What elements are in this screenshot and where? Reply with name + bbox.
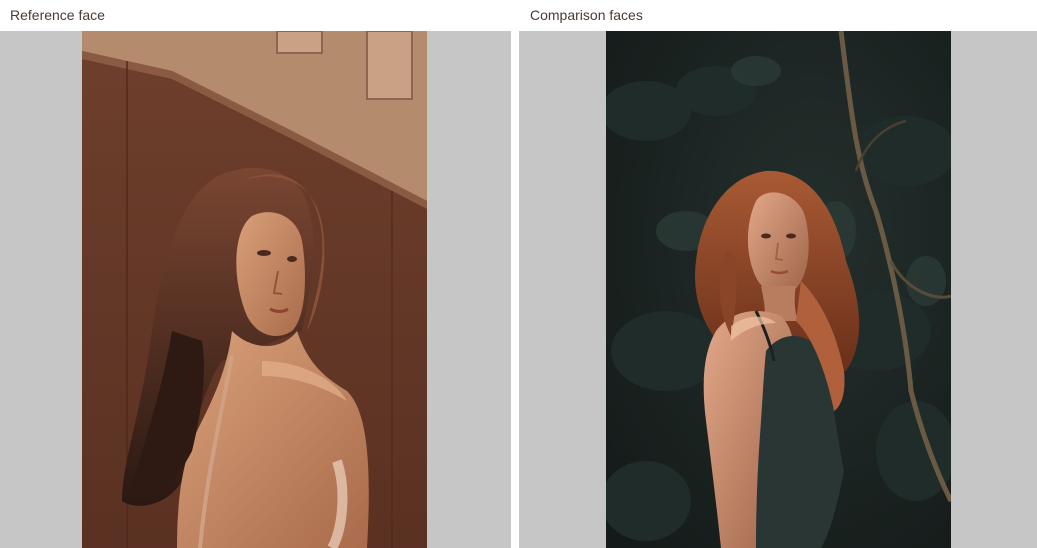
reference-photo[interactable] bbox=[82, 31, 427, 548]
comparison-panel-header: Comparison faces bbox=[519, 0, 1037, 31]
panel-divider bbox=[511, 31, 519, 548]
comparison-image-area bbox=[519, 31, 1037, 548]
face-comparison-view: Reference face Comparison faces bbox=[0, 0, 1037, 548]
reference-panel-title: Reference face bbox=[10, 7, 105, 23]
comparison-panel: Comparison faces bbox=[519, 0, 1037, 548]
reference-image-area bbox=[0, 31, 511, 548]
reference-photo-image bbox=[82, 31, 427, 548]
comparison-photo[interactable] bbox=[606, 31, 951, 548]
comparison-panel-title: Comparison faces bbox=[530, 7, 643, 23]
reference-panel-header: Reference face bbox=[0, 0, 511, 31]
reference-panel: Reference face bbox=[0, 0, 511, 548]
comparison-photo-image bbox=[606, 31, 951, 548]
